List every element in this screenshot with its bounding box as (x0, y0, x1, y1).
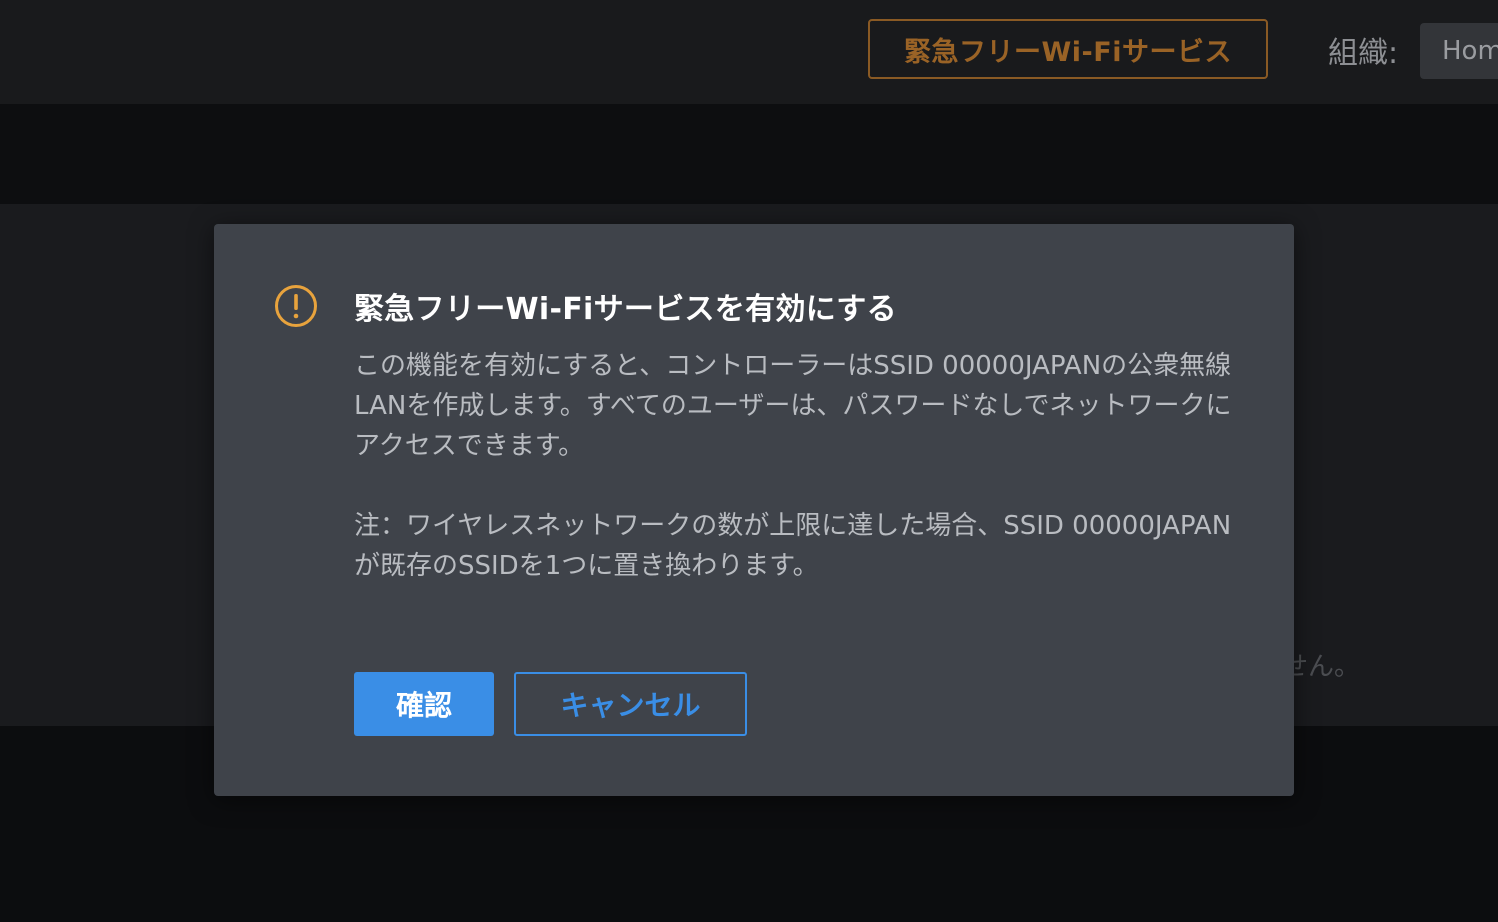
dialog-title: 緊急フリーWi-Fiサービスを有効にする (354, 292, 897, 327)
dialog-body: この機能を有効にすると、コントローラーはSSID 00000JAPANの公衆無線… (354, 346, 1234, 586)
confirm-button[interactable]: 確認 (354, 672, 494, 736)
top-header: 緊急フリーWi-Fiサービス 組織: Home (0, 0, 1498, 104)
cancel-button[interactable]: キャンセル (514, 672, 747, 736)
sub-navigation (0, 104, 1498, 204)
dialog-note: 注：ワイヤレスネットワークの数が上限に達した場合、SSID 00000JAPAN… (354, 511, 1232, 581)
confirm-dialog: 緊急フリーWi-Fiサービスを有効にする この機能を有効にすると、コントローラー… (214, 224, 1294, 796)
warning-circle-icon (275, 285, 317, 327)
dialog-description: この機能を有効にすると、コントローラーはSSID 00000JAPANの公衆無線… (354, 351, 1232, 461)
organization-select[interactable]: Home (1420, 23, 1498, 79)
emergency-wifi-button[interactable]: 緊急フリーWi-Fiサービス (868, 19, 1268, 79)
organization-label: 組織: (1328, 36, 1399, 71)
page: 緊急フリーWi-Fiサービス 組織: Home せん。 緊急フリーWi-Fiサー… (0, 0, 1498, 922)
